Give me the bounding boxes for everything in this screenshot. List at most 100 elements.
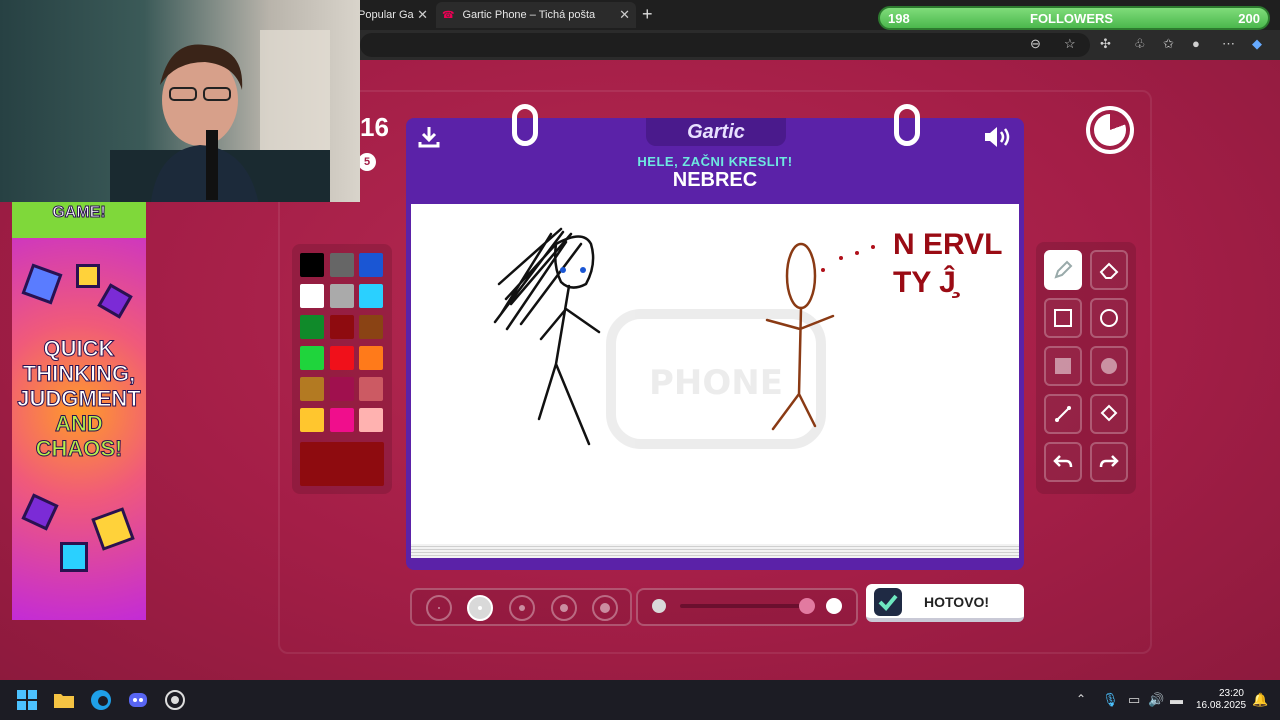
tab-gartic-phone[interactable]: ☎ Gartic Phone – Tichá pošta ✕ [436,2,636,28]
new-tab-icon[interactable]: + [642,4,653,25]
close-icon[interactable]: ✕ [619,7,630,23]
square-outline-icon [1054,309,1072,327]
color-swatch[interactable] [330,346,354,370]
tab-label: Gartic Phone – Tichá pošta [462,9,596,21]
streamer-webcam-image [110,30,330,202]
ad-banner[interactable]: GAME! QUICK THINKING, JUDGMENT AND CHAOS… [12,202,146,620]
color-swatch[interactable] [300,253,324,277]
paint-bucket-icon [1100,404,1118,422]
profile-avatar-icon[interactable]: ● [1192,36,1200,51]
line-icon [1055,406,1071,422]
network-icon[interactable]: ▭ [1128,692,1140,708]
timer-progress [1094,114,1126,146]
system-clock[interactable]: 23:20 16.08.2025 [1196,688,1246,712]
circle-outline-icon [1100,309,1118,327]
file-explorer-icon[interactable] [53,689,75,711]
binder-ring-left [512,104,538,146]
followers-goal: 200 [1238,11,1260,26]
paper-edge [411,544,1019,558]
followers-current: 198 [888,11,910,26]
current-color-preview[interactable] [300,442,384,486]
color-swatch[interactable] [330,253,354,277]
clock-time: 23:20 [1218,688,1244,699]
undo-icon [1053,455,1073,468]
rectangle-fill-tool[interactable] [1044,346,1082,386]
followers-label: FOLLOWERS [1030,11,1114,26]
size-dot [438,607,440,609]
line-tool[interactable] [1044,394,1082,434]
extension-icon[interactable]: ♧ [1134,36,1146,52]
color-swatch[interactable] [330,408,354,432]
tab-label: Popular Ga [358,9,414,21]
color-swatch[interactable] [330,315,354,339]
round-number: 16 [360,112,389,142]
color-swatch[interactable] [300,377,324,401]
star-icon[interactable]: ☆ [1064,36,1076,52]
color-swatch[interactable] [300,315,324,339]
notifications-icon[interactable]: 🔔 [1252,692,1268,708]
redo-tool[interactable] [1090,442,1128,482]
undo-tool[interactable] [1044,442,1082,482]
color-swatch[interactable] [359,315,383,339]
opacity-max-dot [826,598,842,614]
opacity-min-dot [652,599,666,613]
windows-start-icon[interactable] [16,689,38,711]
done-button[interactable]: HOTOVO! [866,584,1024,622]
minus-circle-icon[interactable]: ⊖ [1030,36,1041,52]
opacity-slider-handle[interactable] [799,598,815,614]
game-tile-icon [60,542,88,572]
color-swatch[interactable] [359,377,383,401]
size-dot [478,606,482,610]
drawn-text-line2: TY Ĵ̧ [893,265,961,299]
obs-icon[interactable] [164,689,186,711]
pencil-tool[interactable] [1044,250,1082,290]
more-menu-icon[interactable]: ⋯ [1222,36,1235,52]
opacity-slider-track[interactable] [680,604,808,608]
binder-ring-right [894,104,920,146]
battery-icon[interactable]: ▬ [1170,692,1183,707]
microphone-icon[interactable]: 🎙 [1102,692,1119,708]
favorites-icon[interactable]: ✩ [1163,36,1174,52]
close-icon[interactable]: ✕ [417,7,428,23]
url-field[interactable] [360,33,1090,57]
square-fill-icon [1055,358,1071,374]
edge-browser-icon[interactable] [90,689,112,711]
size-dot [560,604,568,612]
color-swatch[interactable] [359,346,383,370]
ad-line: THINKING, [22,361,136,387]
chevron-up-icon[interactable]: ⌃ [1076,692,1086,706]
volume-icon[interactable] [982,124,1014,150]
copilot-icon[interactable]: ◆ [1252,36,1262,52]
color-swatch[interactable] [359,253,383,277]
color-swatch[interactable] [359,408,383,432]
ad-line: QUICK [43,336,115,362]
speaker-icon[interactable]: 🔊 [1148,692,1164,708]
game-tile-icon [97,283,133,319]
drawn-text-line1: N ERVL [893,228,1002,261]
ellipse-fill-tool[interactable] [1090,346,1128,386]
redo-icon [1099,455,1119,468]
tear-mark [580,267,586,273]
color-swatch[interactable] [300,284,324,308]
ellipse-outline-tool[interactable] [1090,298,1128,338]
ad-line: JUDGMENT [17,386,141,412]
color-swatch[interactable] [300,408,324,432]
fill-bucket-tool[interactable] [1090,394,1128,434]
ad-top-text: GAME! [52,204,106,222]
extensions-icon[interactable]: ✣ [1100,36,1111,52]
ad-line: AND [55,411,104,437]
discord-icon[interactable] [127,689,149,711]
eraser-tool[interactable] [1090,250,1128,290]
color-swatch[interactable] [359,284,383,308]
color-swatch[interactable] [300,346,324,370]
color-swatch[interactable] [330,377,354,401]
drawing-canvas[interactable]: PHONE N ERVL TY Ĵ̧ [411,204,1019,544]
tab-popular-games[interactable]: Popular Ga ✕ [358,2,436,28]
game-tile-icon [91,507,135,551]
download-icon[interactable] [416,124,442,150]
rectangle-outline-tool[interactable] [1044,298,1082,338]
color-swatch[interactable] [330,284,354,308]
game-tile-icon [21,493,59,531]
svg-text:PHONE: PHONE [649,363,783,403]
webcam-overlay [0,0,360,202]
